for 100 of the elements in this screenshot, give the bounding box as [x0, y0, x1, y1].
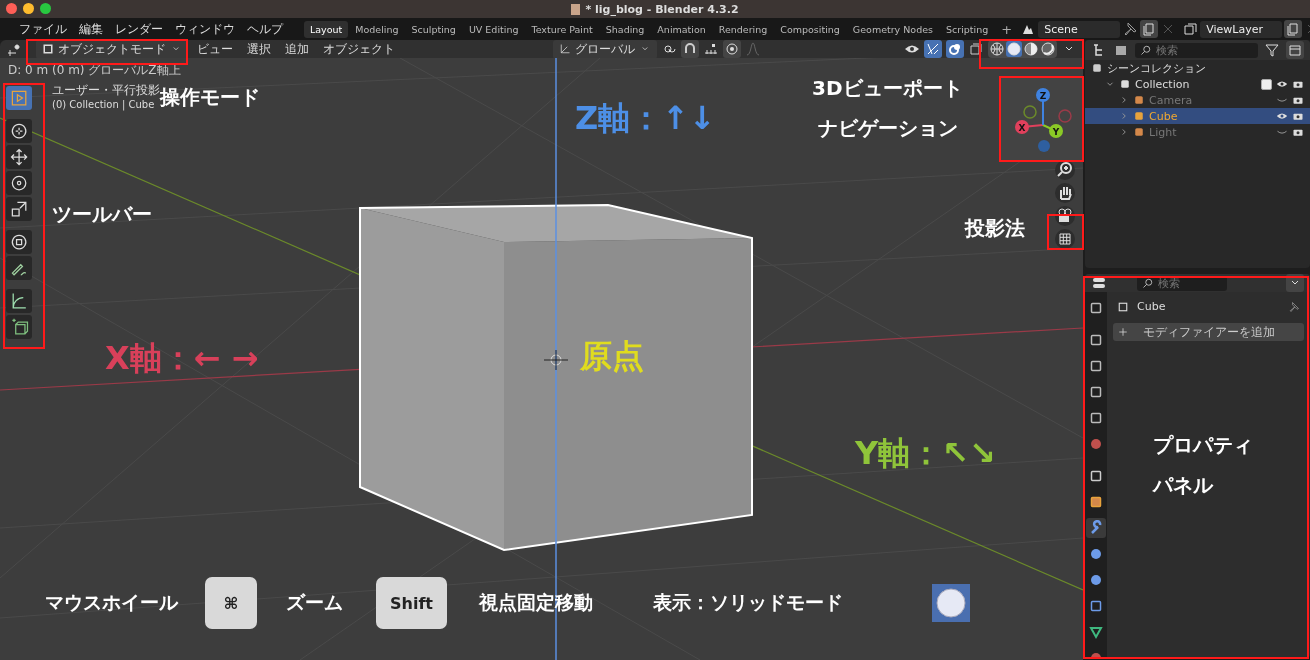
maximize-icon[interactable]	[40, 3, 51, 14]
plus-icon	[1117, 326, 1129, 338]
new-collection-icon[interactable]	[1286, 41, 1304, 59]
annotation-label: 3Dビューポート	[812, 78, 963, 98]
proportional-icon[interactable]	[723, 40, 741, 58]
annotation-label: Y軸：↖↘	[855, 437, 996, 469]
outliner-item[interactable]: Cube	[1085, 108, 1310, 124]
object-type-icon	[1133, 126, 1145, 138]
solid-shading-icon	[932, 584, 970, 622]
hand-icon[interactable]	[1055, 183, 1075, 203]
magnet-icon[interactable]	[681, 40, 699, 58]
checkbox[interactable]	[1261, 78, 1272, 90]
view-layer-field[interactable]: ViewLayer	[1200, 20, 1283, 38]
workspace-tab[interactable]: Scripting	[940, 20, 995, 38]
menu-item[interactable]: ウィンドウ	[170, 20, 240, 38]
keyboard-key: ⌘	[205, 577, 257, 629]
pin-icon[interactable]	[1288, 300, 1300, 313]
annotation-label: X軸：← →	[105, 342, 259, 374]
add-modifier-button[interactable]: モディファイアーを追加	[1113, 323, 1304, 341]
close-icon[interactable]	[6, 3, 17, 14]
annotation-label: プロパティ	[1153, 435, 1254, 455]
window-title: * lig_blog - Blender 4.3.2	[585, 2, 739, 16]
shading-mode-icon[interactable]	[989, 41, 1005, 57]
tool-button[interactable]	[6, 256, 32, 280]
tool-button[interactable]	[6, 171, 32, 195]
object-mode-icon	[42, 43, 54, 55]
overlay-toggle-icon[interactable]	[946, 40, 964, 58]
axes-icon	[559, 43, 571, 55]
workspace-tab[interactable]: Layout	[304, 20, 349, 38]
viewport-menu-item[interactable]: ビュー	[192, 40, 238, 58]
search-field[interactable]: 検索	[1135, 42, 1258, 58]
highlight-outline	[1047, 214, 1084, 250]
object-name: Cube	[1137, 300, 1166, 313]
workspace-tab[interactable]: UV Editing	[462, 20, 525, 38]
layers-icon[interactable]	[1182, 21, 1199, 37]
xray-toggle-icon[interactable]	[968, 41, 984, 57]
context-text: (0) Collection | Cube	[52, 99, 155, 110]
workspace-tab[interactable]: Sculpting	[405, 20, 462, 38]
search-icon	[1140, 44, 1152, 56]
filter-icon[interactable]	[1264, 42, 1280, 58]
shading-mode-icon[interactable]	[1040, 41, 1056, 57]
annotation-label: パネル	[1153, 475, 1215, 495]
workspace-tab[interactable]: Texture Paint	[525, 20, 599, 38]
menu-item[interactable]: ファイル	[14, 20, 72, 38]
hint-text: ズーム	[286, 590, 343, 615]
minimize-icon[interactable]	[23, 3, 34, 14]
search-icon	[1142, 277, 1154, 289]
annotation-label: ナビゲーション	[818, 118, 958, 138]
tool-button[interactable]	[6, 119, 32, 143]
workspace-tab[interactable]: Shading	[599, 20, 651, 38]
tool-button[interactable]	[6, 197, 32, 221]
annotation-label: 投影法	[965, 218, 1025, 238]
object-type-icon	[1119, 78, 1131, 90]
menu-item[interactable]: 編集	[74, 20, 108, 38]
editor-type-icon[interactable]	[1091, 275, 1107, 291]
object-type-icon	[1133, 94, 1145, 106]
menu-item[interactable]: ヘルプ	[242, 20, 288, 38]
gizmo-toggle-icon[interactable]	[924, 40, 942, 58]
scene-field[interactable]: Scene	[1038, 20, 1121, 38]
shading-mode-icon[interactable]	[1023, 41, 1039, 57]
view-name: ユーザー・平行投影	[52, 82, 160, 97]
workspace-tab[interactable]: Geometry Nodes	[846, 20, 939, 38]
workspace-tab[interactable]: Compositing	[774, 20, 846, 38]
editor-type-icon[interactable]	[6, 41, 22, 57]
object-icon	[1117, 300, 1129, 313]
workspace-tab[interactable]: Animation	[651, 20, 712, 38]
grid-icon[interactable]	[1055, 229, 1075, 249]
hint-text: マウスホイール	[45, 590, 178, 615]
search-input[interactable]: 検索	[1156, 43, 1216, 57]
eye-icon[interactable]	[1276, 78, 1288, 90]
shading-mode-icon[interactable]	[1006, 41, 1022, 57]
navigation-gizmo[interactable]: X Y Z	[1000, 77, 1083, 161]
tool-button[interactable]	[6, 289, 32, 313]
zoom-icon[interactable]	[1055, 160, 1075, 180]
camera-icon[interactable]	[1055, 206, 1075, 226]
outliner-item[interactable]: シーンコレクション	[1085, 60, 1310, 76]
viewport-menu-item[interactable]: 選択	[242, 40, 276, 58]
outliner-item[interactable]: Collection	[1085, 76, 1310, 92]
tool-button[interactable]	[6, 230, 32, 254]
properties-tab[interactable]	[1086, 518, 1106, 538]
workspace-tab[interactable]: Rendering	[712, 20, 774, 38]
viewport-menu-item[interactable]: 追加	[280, 40, 314, 58]
tool-button[interactable]	[6, 315, 32, 339]
origin-icon	[543, 349, 569, 371]
pin-icon[interactable]	[1122, 21, 1139, 37]
copy-icon[interactable]	[1140, 20, 1159, 38]
menu-item[interactable]: レンダー	[110, 20, 168, 38]
copy-icon[interactable]	[1284, 20, 1303, 38]
object-type-icon	[1091, 62, 1103, 74]
viewport-menu-item[interactable]: オブジェクト	[318, 40, 400, 58]
eye-icon[interactable]	[1276, 110, 1288, 122]
snap-icon[interactable]	[703, 41, 719, 57]
annotation-label: 原点	[580, 340, 644, 372]
annotation-label: Z軸：↑↓	[575, 102, 716, 134]
annotation-label: ツールバー	[52, 204, 152, 224]
workspace-tab[interactable]: Modeling	[349, 20, 405, 38]
tool-button[interactable]	[6, 145, 32, 169]
annotation-label: 操作モード	[160, 87, 260, 107]
add-workspace-button[interactable]: +	[995, 21, 1019, 37]
document-icon	[571, 3, 581, 15]
